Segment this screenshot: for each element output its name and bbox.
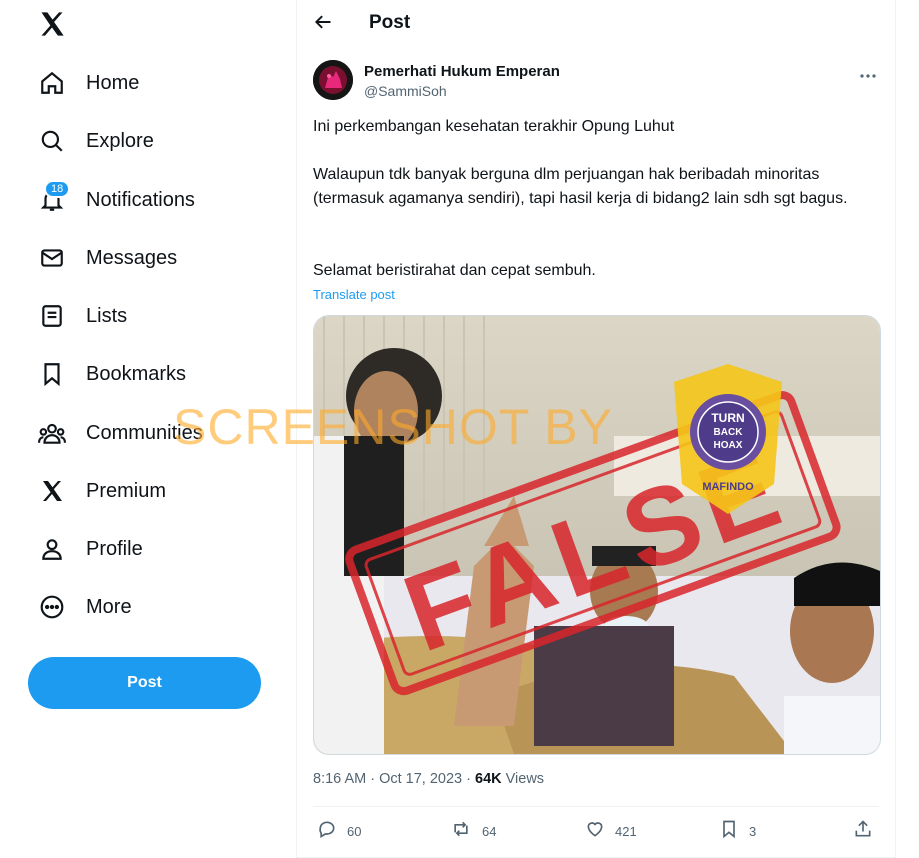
heart-icon bbox=[585, 819, 605, 844]
repost-count: 64 bbox=[482, 823, 497, 839]
views-label: Views bbox=[501, 771, 545, 787]
nav-label: Notifications bbox=[86, 188, 195, 211]
tweet-text-paragraph: Walaupun tdk banyak berguna dlm perjuang… bbox=[313, 166, 848, 207]
reply-icon bbox=[317, 819, 337, 844]
home-icon bbox=[38, 69, 66, 97]
author-name[interactable]: Pemerhati Hukum Emperan bbox=[364, 63, 560, 80]
author-handle[interactable]: @SammiSoh bbox=[364, 83, 447, 99]
bookmark-icon bbox=[719, 819, 739, 844]
nav-label: Lists bbox=[86, 304, 128, 327]
sidebar: Home Explore 18 Notifications Messages L… bbox=[0, 0, 296, 858]
more-options-icon[interactable] bbox=[859, 66, 879, 78]
svg-text:BACK: BACK bbox=[714, 427, 744, 438]
avatar[interactable] bbox=[313, 60, 353, 100]
nav-home[interactable]: Home bbox=[38, 63, 139, 103]
svg-text:HOAX: HOAX bbox=[714, 440, 743, 451]
nav-messages[interactable]: Messages bbox=[38, 238, 177, 278]
reply-button[interactable]: 60 bbox=[317, 820, 361, 842]
share-button[interactable] bbox=[853, 819, 873, 844]
post-timestamp[interactable]: 8:16 AM · Oct 17, 2023 · bbox=[313, 771, 475, 787]
back-arrow-icon[interactable] bbox=[313, 12, 335, 34]
more-circle-icon bbox=[38, 593, 66, 621]
nav-profile[interactable]: Profile bbox=[38, 529, 143, 569]
nav-more[interactable]: More bbox=[38, 587, 132, 627]
tweet-text-line: Ini perkembangan kesehatan terakhir Opun… bbox=[313, 118, 675, 135]
bookmark-button[interactable]: 3 bbox=[719, 820, 756, 842]
nav-label: Messages bbox=[86, 246, 178, 269]
person-icon bbox=[38, 535, 66, 563]
nav-label: Home bbox=[86, 71, 140, 94]
post-detail: Post Pemerhati Hukum Emperan @SammiSoh I… bbox=[296, 0, 896, 858]
notification-badge: 18 bbox=[44, 180, 71, 198]
nav-label: Explore bbox=[86, 129, 154, 152]
x-logo-icon bbox=[38, 477, 66, 505]
views-count: 64K bbox=[475, 771, 502, 787]
like-button[interactable]: 421 bbox=[585, 820, 637, 842]
bookmark-count: 3 bbox=[749, 823, 757, 839]
x-logo-icon[interactable] bbox=[38, 10, 70, 42]
nav-label: More bbox=[86, 595, 132, 618]
post-header: Post bbox=[297, 0, 895, 46]
svg-text:TURN: TURN bbox=[711, 411, 744, 425]
like-count: 421 bbox=[615, 823, 637, 839]
nav-explore[interactable]: Explore bbox=[38, 121, 154, 161]
tweet-text-line: Selamat beristirahat dan cepat sembuh. bbox=[313, 262, 596, 279]
nav-label: Communities bbox=[86, 421, 203, 444]
nav-lists[interactable]: Lists bbox=[38, 296, 127, 336]
share-icon bbox=[853, 819, 873, 844]
people-icon bbox=[38, 419, 66, 447]
divider bbox=[313, 806, 879, 807]
post-meta: 8:16 AM · Oct 17, 2023 · 64K Views bbox=[313, 771, 544, 787]
translate-link[interactable]: Translate post bbox=[313, 287, 395, 302]
nav-notifications[interactable]: 18 Notifications bbox=[38, 180, 195, 220]
tweet-photo[interactable]: FALSE TURN BACK HOAX MAFINDO bbox=[313, 315, 881, 755]
list-icon bbox=[38, 302, 66, 330]
search-icon bbox=[38, 127, 66, 155]
post-button[interactable]: Post bbox=[28, 657, 261, 709]
repost-icon bbox=[450, 819, 472, 844]
repost-button[interactable]: 64 bbox=[450, 820, 496, 842]
envelope-icon bbox=[38, 244, 66, 272]
nav-label: Bookmarks bbox=[86, 362, 187, 385]
bell-icon: 18 bbox=[38, 180, 71, 214]
nav-communities[interactable]: Communities bbox=[38, 413, 203, 453]
nav-bookmarks[interactable]: Bookmarks bbox=[38, 354, 186, 394]
svg-text:MAFINDO: MAFINDO bbox=[702, 481, 754, 493]
nav-label: Profile bbox=[86, 537, 143, 560]
reply-count: 60 bbox=[347, 823, 362, 839]
nav-premium[interactable]: Premium bbox=[38, 471, 166, 511]
page-title: Post bbox=[369, 12, 411, 33]
nav-label: Premium bbox=[86, 479, 167, 502]
bookmark-icon bbox=[38, 360, 66, 388]
